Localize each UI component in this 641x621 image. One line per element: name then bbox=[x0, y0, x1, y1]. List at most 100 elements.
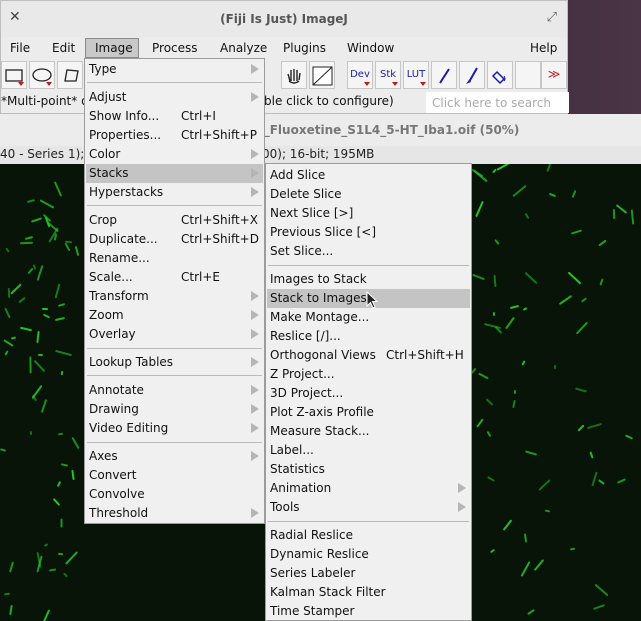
cell-process-mark bbox=[487, 476, 496, 482]
image-menu-item-overlay[interactable]: Overlay bbox=[86, 325, 263, 344]
menu-window[interactable]: Window bbox=[347, 41, 394, 55]
stacks-menu-item-statistics[interactable]: Statistics bbox=[267, 460, 470, 479]
cell-process-mark bbox=[512, 185, 527, 198]
menu-item-label: Hyperstacks bbox=[89, 185, 164, 199]
more-tools-button[interactable]: ≫ bbox=[541, 61, 567, 89]
menu-item-label: Axes bbox=[89, 449, 118, 463]
image-menu-item-annotate[interactable]: Annotate bbox=[86, 381, 263, 400]
menu-image[interactable]: Image bbox=[95, 41, 133, 55]
hand-tool-button[interactable] bbox=[281, 61, 307, 89]
cell-process-mark bbox=[43, 542, 48, 547]
stacks-menu-item-reslice[interactable]: Reslice [/]... bbox=[267, 327, 470, 346]
cell-process-mark bbox=[472, 273, 486, 281]
image-menu-item-scale[interactable]: Scale... Ctrl+E bbox=[86, 268, 263, 287]
cell-process-mark bbox=[3, 307, 11, 319]
image-menu-item-duplicate[interactable]: Duplicate... Ctrl+Shift+D bbox=[86, 230, 263, 249]
cell-process-mark bbox=[17, 297, 26, 304]
stacks-menu-item-dynamic-reslice[interactable]: Dynamic Reslice bbox=[267, 545, 470, 564]
menu-edit[interactable]: Edit bbox=[52, 41, 75, 55]
image-menu-item-stacks[interactable]: Stacks bbox=[86, 164, 263, 183]
stacks-menu-item-time-stamper[interactable]: Time Stamper bbox=[267, 602, 470, 621]
maximize-icon[interactable]: ⤢ bbox=[547, 10, 557, 25]
stacks-menu-item-set-slice[interactable]: Set Slice... bbox=[267, 242, 470, 261]
cell-process-mark bbox=[10, 283, 23, 295]
search-input[interactable] bbox=[426, 92, 569, 113]
polygon-tool-button[interactable] bbox=[57, 61, 83, 89]
menu-process[interactable]: Process bbox=[152, 41, 198, 55]
image-menu-item-rename[interactable]: Rename... bbox=[86, 249, 263, 268]
stk-tool-button[interactable]: Stk bbox=[375, 61, 401, 89]
lut-tool-button[interactable]: LUT bbox=[403, 61, 429, 89]
menu-analyze[interactable]: Analyze bbox=[220, 41, 267, 55]
image-menu-item-axes[interactable]: Axes bbox=[86, 447, 263, 466]
image-menu-item-lookup-tables[interactable]: Lookup Tables bbox=[86, 353, 263, 372]
menu-item-label: Tools bbox=[270, 500, 300, 514]
submenu-arrow-icon bbox=[251, 64, 259, 74]
stacks-menu-item-previous-slice[interactable]: Previous Slice [<] bbox=[267, 223, 470, 242]
rectangle-tool-icon bbox=[5, 69, 23, 82]
color-picker-button[interactable] bbox=[309, 61, 335, 89]
menu-item-label: Kalman Stack Filter bbox=[270, 585, 386, 599]
image-menu-item-color[interactable]: Color bbox=[86, 145, 263, 164]
menu-plugins[interactable]: Plugins bbox=[283, 41, 326, 55]
stacks-menu-item-orthogonal-views[interactable]: Orthogonal Views Ctrl+Shift+H bbox=[267, 346, 470, 365]
stacks-menu-item-delete-slice[interactable]: Delete Slice bbox=[267, 185, 470, 204]
main-titlebar[interactable]: ✕ (Fiji Is Just) ImageJ ⤢ bbox=[1, 1, 567, 37]
image-menu-item-adjust[interactable]: Adjust bbox=[86, 88, 263, 107]
image-menu-item-threshold[interactable]: Threshold bbox=[86, 504, 263, 523]
stacks-menu-item-tools[interactable]: Tools bbox=[267, 498, 470, 517]
brush-tool-button[interactable] bbox=[459, 61, 485, 89]
menu-separator bbox=[268, 265, 469, 266]
stacks-menu-item-animation[interactable]: Animation bbox=[267, 479, 470, 498]
oval-tool-button[interactable] bbox=[29, 61, 55, 89]
image-menu-item-video-editing[interactable]: Video Editing bbox=[86, 419, 263, 438]
cell-process-mark bbox=[494, 238, 501, 245]
image-menu-item-type[interactable]: Type bbox=[86, 60, 263, 79]
stacks-menu-item-images-to-stack[interactable]: Images to Stack bbox=[267, 270, 470, 289]
submenu-arrow-icon bbox=[251, 451, 259, 461]
flood-fill-tool-button[interactable] bbox=[487, 61, 513, 89]
pencil-tool-button[interactable] bbox=[431, 61, 457, 89]
dev-tool-button[interactable]: Dev bbox=[347, 61, 373, 89]
cell-process-mark bbox=[8, 604, 13, 615]
cell-process-mark bbox=[54, 350, 72, 357]
cell-process-mark bbox=[24, 235, 33, 240]
stacks-menu-item-series-labeler[interactable]: Series Labeler bbox=[267, 564, 470, 583]
image-menu-item-transform[interactable]: Transform bbox=[86, 287, 263, 306]
rectangle-tool-button[interactable] bbox=[1, 61, 27, 89]
cell-process-mark bbox=[575, 321, 589, 335]
stacks-menu-item-kalman-stack-filter[interactable]: Kalman Stack Filter bbox=[267, 583, 470, 602]
stacks-menu-item-measure-stack[interactable]: Measure Stack... bbox=[267, 422, 470, 441]
stacks-menu-item-add-slice[interactable]: Add Slice bbox=[267, 166, 470, 185]
stacks-menu-item-label[interactable]: Label... bbox=[267, 441, 470, 460]
image-menu-item-zoom[interactable]: Zoom bbox=[86, 306, 263, 325]
flood-fill-icon bbox=[491, 70, 506, 85]
menu-file[interactable]: File bbox=[10, 41, 30, 55]
empty-tool-slot[interactable] bbox=[515, 61, 541, 89]
cell-process-mark bbox=[526, 608, 535, 615]
image-menu-item-convert[interactable]: Convert bbox=[86, 466, 263, 485]
menu-help[interactable]: Help bbox=[530, 41, 557, 55]
cell-process-mark bbox=[598, 239, 607, 247]
stacks-menu-item-next-slice[interactable]: Next Slice [>] bbox=[267, 204, 470, 223]
stacks-menu-item-3d-project[interactable]: 3D Project... bbox=[267, 384, 470, 403]
cell-process-mark bbox=[485, 398, 494, 407]
cell-process-mark bbox=[53, 180, 62, 197]
cell-process-mark bbox=[63, 572, 69, 578]
image-menu-item-drawing[interactable]: Drawing bbox=[86, 400, 263, 419]
cell-process-mark bbox=[27, 267, 34, 275]
cell-process-mark bbox=[522, 306, 527, 311]
image-menu-item-crop[interactable]: Crop Ctrl+Shift+X bbox=[86, 211, 263, 230]
hand-tool-icon bbox=[287, 69, 301, 84]
image-menu-item-hyperstacks[interactable]: Hyperstacks bbox=[86, 183, 263, 202]
menubar: File Edit Image Process Analyze Plugins … bbox=[1, 37, 567, 59]
stacks-menu-item-radial-reslice[interactable]: Radial Reslice bbox=[267, 526, 470, 545]
stacks-menu-item-plot-z-axis-profile[interactable]: Plot Z-axis Profile bbox=[267, 403, 470, 422]
menu-item-label: 3D Project... bbox=[270, 386, 344, 400]
submenu-arrow-icon bbox=[251, 291, 259, 301]
stacks-menu-item-z-project[interactable]: Z Project... bbox=[267, 365, 470, 384]
image-menu-item-show-info[interactable]: Show Info... Ctrl+I bbox=[86, 107, 263, 126]
image-menu-item-properties[interactable]: Properties... Ctrl+Shift+P bbox=[86, 126, 263, 145]
cell-process-mark bbox=[57, 432, 64, 436]
image-menu-item-convolve[interactable]: Convolve bbox=[86, 485, 263, 504]
